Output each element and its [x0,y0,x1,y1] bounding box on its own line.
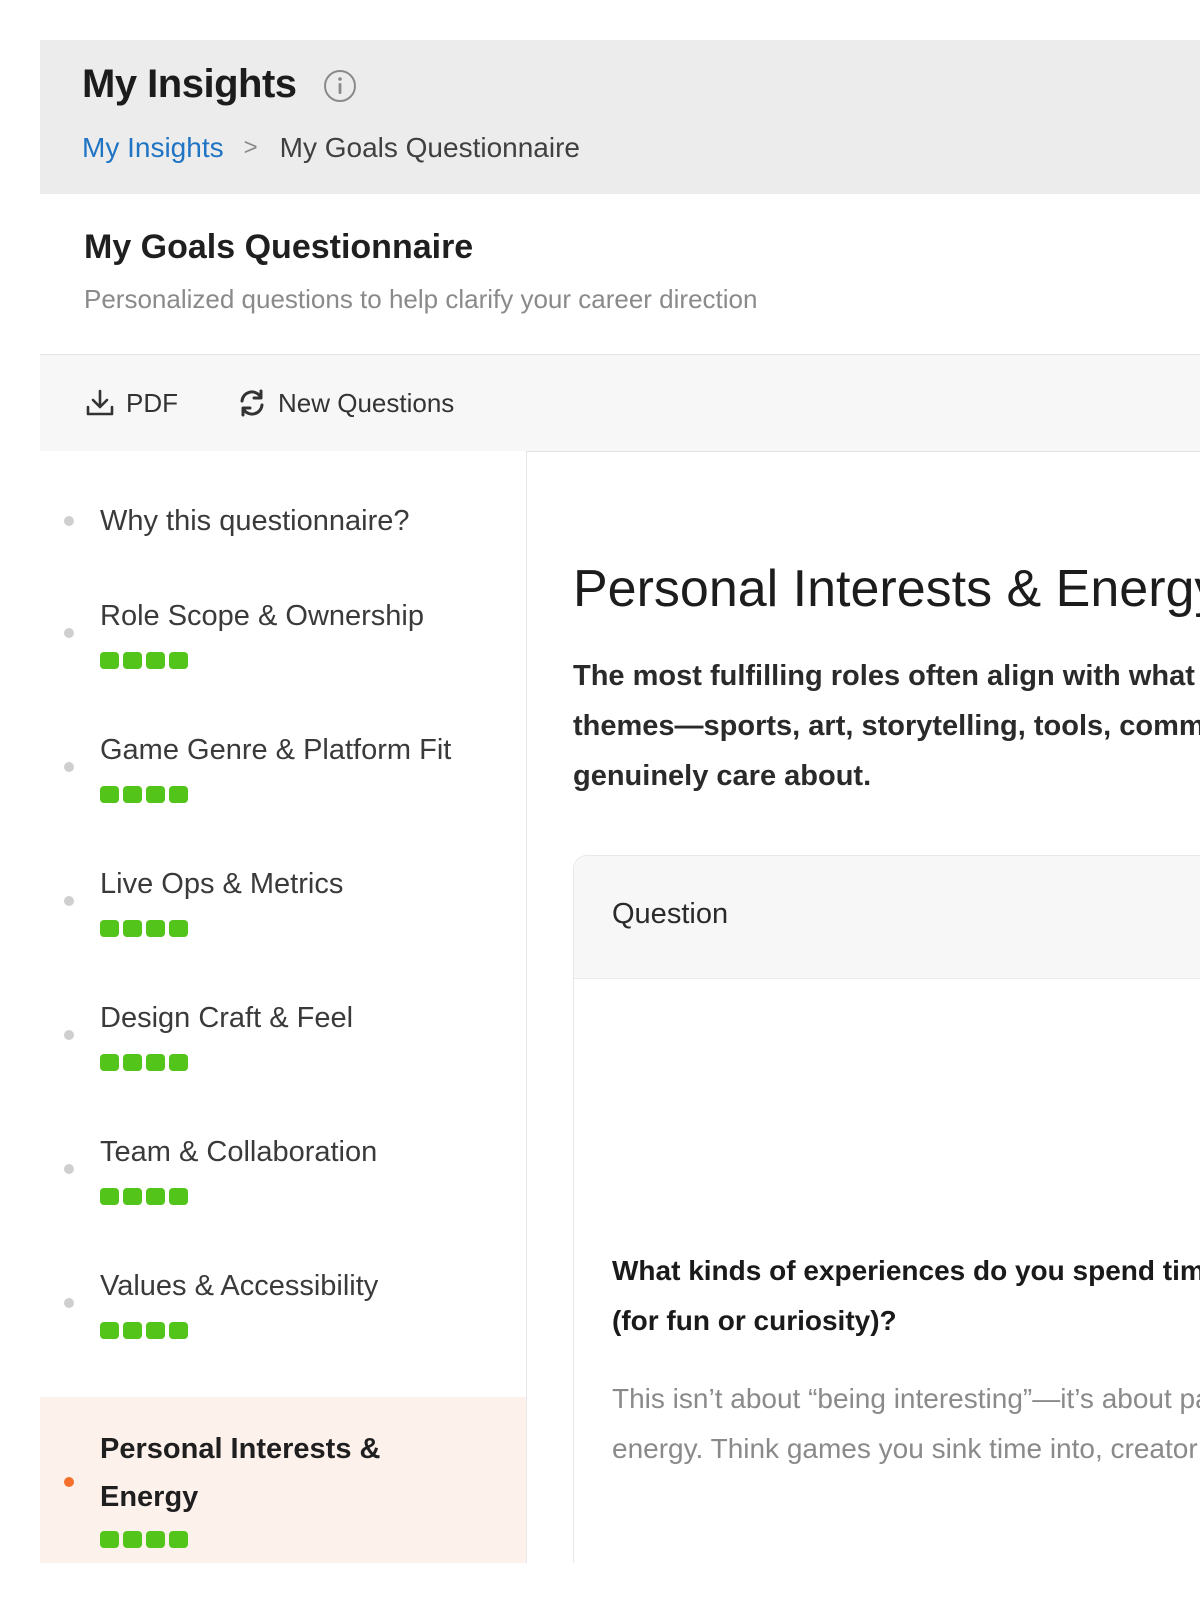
progress-bars [100,1188,188,1205]
toolbar: PDF New Questions [40,354,1200,452]
status-dot [64,516,74,526]
status-dot [64,1477,74,1487]
sidebar-item-label: Personal Interests & Energy [100,1433,381,1513]
progress-bars [100,1531,188,1548]
question-header-label: Question [612,898,729,930]
app-frame: My Insights My Insights > My Goals Quest… [40,40,1200,1563]
refresh-icon [240,389,264,417]
progress-bars [100,1054,188,1071]
breadcrumb: My Insights > My Goals Questionnaire [82,132,580,164]
sidebar-item-personal-interests[interactable]: Personal Interests & Energy [40,1397,526,1563]
pdf-button-label: PDF [126,387,178,418]
sidebar-item-label: Role Scope & Ownership [100,600,424,632]
chevron-right-icon: > [243,134,258,161]
sidebar-item-why-this-questionnaire[interactable]: Why this questionnaire? [40,491,526,551]
new-questions-button[interactable]: New Questions [236,385,454,421]
progress-bars [100,652,188,669]
pdf-button[interactable]: PDF [84,385,178,421]
sidebar-item-label: Live Ops & Metrics [100,868,344,900]
header: My Insights My Insights > My Goals Quest… [40,40,1200,194]
breadcrumb-current: My Goals Questionnaire [279,132,580,163]
main-content: Personal Interests & Energy The most ful… [527,451,1200,1563]
status-dot [64,1298,74,1308]
status-dot [64,1164,74,1174]
header-title: My Insights [82,62,297,106]
sidebar-item-label: Team & Collaboration [100,1136,378,1168]
sidebar-item-team-collaboration[interactable]: Team & Collaboration [40,1132,526,1242]
progress-bars [100,786,188,803]
info-icon[interactable] [322,68,358,104]
status-dot [64,628,74,638]
question-text: What kinds of experiences do you spend t… [612,1255,1200,1336]
sidebar-item-values-accessibility[interactable]: Values & Accessibility [40,1266,526,1376]
sidebar-item-label: Game Genre & Platform Fit [100,734,452,766]
sidebar-item-label: Why this questionnaire? [100,505,410,537]
sidebar-item-label: Values & Accessibility [100,1270,379,1302]
question-hint: This isn’t about “being interesting”—it’… [612,1383,1200,1464]
sidebar-item-design-craft[interactable]: Design Craft & Feel [40,998,526,1108]
progress-bars [100,1322,188,1339]
question-card: Question What kinds of experiences do yo… [573,855,1200,1563]
sidebar-item-game-genre[interactable]: Game Genre & Platform Fit [40,730,526,840]
page-subtitle: Personalized questions to help clarify y… [84,284,758,314]
status-dot [64,896,74,906]
download-icon [86,389,114,416]
section-intro: The most fulfilling roles often align wi… [573,660,1200,792]
status-dot [64,762,74,772]
sidebar-item-live-ops[interactable]: Live Ops & Metrics [40,864,526,974]
sidebar-item-role-scope[interactable]: Role Scope & Ownership [40,596,526,706]
page-title: My Goals Questionnaire [84,228,474,266]
sidebar-item-label: Design Craft & Feel [100,1002,354,1034]
breadcrumb-link-my-insights[interactable]: My Insights [82,132,224,164]
status-dot [64,1030,74,1040]
progress-bars [100,920,188,937]
sidebar: Why this questionnaire? Role Scope & Own… [40,451,527,1563]
new-questions-button-label: New Questions [278,387,455,418]
question-card-header: Question [574,856,1200,979]
section-title: Personal Interests & Energy [573,560,1200,618]
